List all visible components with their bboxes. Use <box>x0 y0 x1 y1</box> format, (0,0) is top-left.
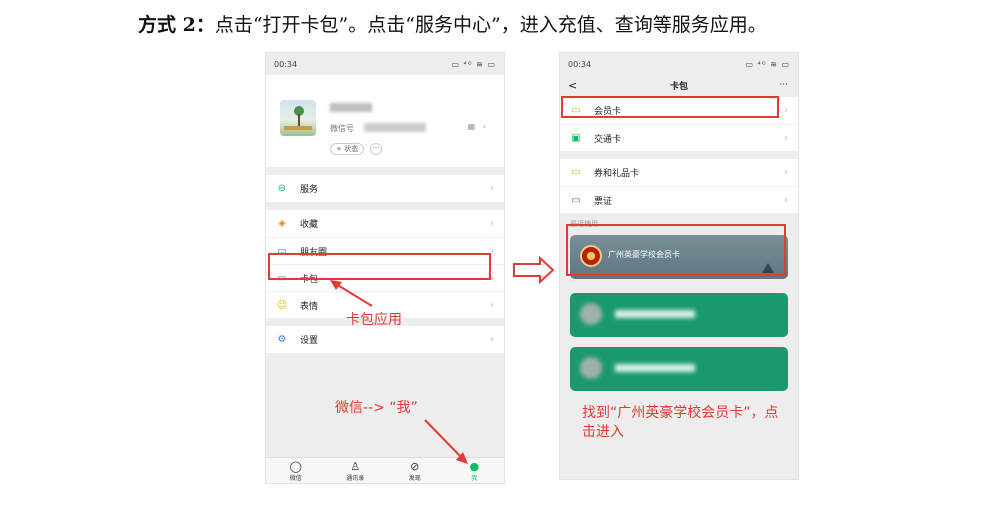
chevron-right-icon: › <box>490 299 494 311</box>
member-card-blurred-2[interactable] <box>570 347 788 391</box>
status-bar: 00:34 ▭ ⁴ᴳ ≋ ▭ <box>560 53 798 75</box>
annotation-me: 微信--> “我” <box>335 400 418 416</box>
menu-label: 票证 <box>594 196 613 207</box>
menu-label: 交通卡 <box>594 134 622 145</box>
transit-card-icon: ▣ <box>571 132 581 144</box>
instruction-heading: 方式 2：点击“打开卡包”。点击“服务中心”，进入充值、查询等服务应用。 <box>138 10 767 37</box>
back-icon[interactable]: < <box>568 79 577 92</box>
chevron-right-icon: › <box>784 167 788 178</box>
tab-chats[interactable]: ◯ 微信 <box>266 458 326 483</box>
favorites-icon: ◈ <box>278 218 286 229</box>
menu-item-settings[interactable]: ⚙ 设置 › <box>266 326 504 353</box>
highlight-school-card <box>566 224 786 276</box>
card-name-blurred <box>615 364 695 372</box>
member-card-blurred-1[interactable] <box>570 293 788 337</box>
menu-item-service[interactable]: ⊖ 服务 › <box>266 175 504 202</box>
heading-prefix: 方式 2： <box>138 14 215 36</box>
chevron-right-icon: › <box>784 105 788 116</box>
tab-label: 微信 <box>289 475 302 482</box>
service-icon: ⊖ <box>277 183 287 194</box>
tab-me[interactable]: ● 我 <box>445 458 505 483</box>
avatar[interactable] <box>280 100 316 136</box>
transition-arrow <box>513 255 555 285</box>
status-bar: 00:34 ▭ ⁴ᴳ ≋ ▭ <box>266 53 504 75</box>
more-icon[interactable]: ··· <box>779 80 788 90</box>
chevron-right-icon: › <box>490 183 494 194</box>
menu-label: 服务 <box>300 185 319 195</box>
wechat-id-label: 微信号 <box>330 124 354 133</box>
menu-item-transit-card[interactable]: ▣ 交通卡 › <box>560 124 798 151</box>
chevron-right-icon: › <box>490 334 494 345</box>
annotation-card-wallet: 卡包应用 <box>346 312 402 328</box>
menu-label: 收藏 <box>300 220 319 230</box>
highlight-card-wallet <box>268 253 491 280</box>
nav-bar: < 卡包 ··· <box>560 75 798 95</box>
chat-icon: ◯ <box>289 460 302 473</box>
card-name-blurred <box>615 310 695 318</box>
tab-discover[interactable]: ⊘ 发现 <box>385 458 445 483</box>
discover-icon: ⊘ <box>410 460 420 473</box>
menu-label: 设置 <box>300 336 319 346</box>
tab-label: 发现 <box>408 475 421 482</box>
tab-label: 通讯录 <box>346 475 365 482</box>
status-icons: ▭ ⁴ᴳ ≋ ▭ <box>745 59 790 69</box>
card-logo-blurred <box>580 357 602 379</box>
service-group: ⊖ 服务 › <box>266 175 504 202</box>
chevron-right-icon: › <box>784 132 788 144</box>
chevron-right-icon: › <box>784 194 788 206</box>
more-chip[interactable]: ··· <box>370 143 382 155</box>
menu-label: 表情 <box>300 301 319 312</box>
tab-contacts[interactable]: ♙ 通讯录 <box>326 458 386 483</box>
settings-icon: ⚙ <box>277 334 287 345</box>
contacts-icon: ♙ <box>350 460 361 473</box>
coupons-group: ▭ 券和礼品卡 › ▭ 票证 › <box>560 159 798 213</box>
menu-label: 券和礼品卡 <box>594 169 640 179</box>
emoji-icon: ☺ <box>276 299 288 311</box>
card-logo-blurred <box>580 303 602 325</box>
ticket-icon: ▭ <box>571 194 581 206</box>
menu-item-coupons[interactable]: ▭ 券和礼品卡 › <box>560 159 798 186</box>
settings-group: ⚙ 设置 › <box>266 326 504 353</box>
wechat-id-blurred <box>364 123 426 132</box>
menu-item-tickets[interactable]: ▭ 票证 › <box>560 186 798 213</box>
annotation-find-card: 找到“广州英豪学校会员卡”，点击进入 <box>582 405 779 440</box>
tab-label: 我 <box>471 475 478 482</box>
status-chip[interactable]: + 状态 <box>330 143 365 155</box>
me-icon: ● <box>469 460 480 473</box>
heading-text: 点击“打开卡包”。点击“服务中心”，进入充值、查询等服务应用。 <box>214 14 767 36</box>
qr-icon[interactable]: ▦ › <box>468 122 486 131</box>
page-title: 卡包 <box>669 81 688 92</box>
chevron-right-icon: › <box>490 218 494 229</box>
status-time: 00:34 <box>274 59 298 69</box>
highlight-member-card <box>561 96 779 118</box>
status-icons: ▭ ⁴ᴳ ≋ ▭ <box>451 59 496 69</box>
bottom-tab-bar: ◯ 微信 ♙ 通讯录 ⊘ 发现 ● 我 <box>266 457 504 483</box>
menu-item-favorites[interactable]: ◈ 收藏 › <box>266 210 504 237</box>
profile-header[interactable]: 微信号 ▦ › + 状态 ··· <box>266 75 504 167</box>
coupon-icon: ▭ <box>571 167 581 178</box>
status-time: 00:34 <box>568 59 592 69</box>
nickname-blurred <box>330 103 372 112</box>
